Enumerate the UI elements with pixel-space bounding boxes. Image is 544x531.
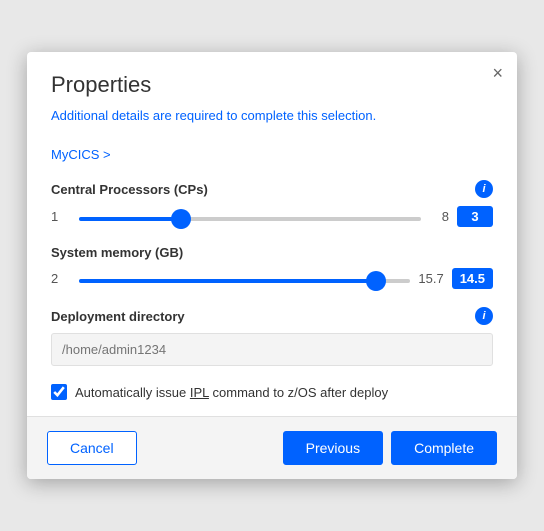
- cancel-button[interactable]: Cancel: [47, 431, 137, 465]
- cp-slider[interactable]: [79, 217, 421, 221]
- ipl-label-link: IPL: [190, 385, 209, 400]
- cp-slider-row: 1 8 3: [51, 206, 493, 227]
- cp-slider-wrapper: [79, 208, 421, 226]
- dir-label-text: Deployment directory: [51, 309, 185, 324]
- dialog-title: Properties: [51, 72, 493, 98]
- mem-min-label: 2: [51, 271, 71, 286]
- cp-field-row: Central Processors (CPs) i 1 8 3: [51, 180, 493, 227]
- dir-input[interactable]: [51, 333, 493, 366]
- cp-value-display: 3: [457, 206, 493, 227]
- complete-button[interactable]: Complete: [391, 431, 497, 465]
- mem-field-label: System memory (GB): [51, 245, 493, 260]
- cp-info-icon[interactable]: i: [475, 180, 493, 198]
- cp-label-text: Central Processors (CPs): [51, 182, 208, 197]
- dialog-footer: Cancel Previous Complete: [27, 416, 517, 479]
- ipl-checkbox-label: Automatically issue IPL command to z/OS …: [75, 385, 388, 400]
- mem-slider-row: 2 15.7 14.5: [51, 268, 493, 289]
- previous-button[interactable]: Previous: [283, 431, 383, 465]
- dir-field-row: Deployment directory i: [51, 307, 493, 366]
- cp-field-label: Central Processors (CPs) i: [51, 180, 493, 198]
- mem-field-row: System memory (GB) 2 15.7 14.5: [51, 245, 493, 289]
- dialog-subtitle: Additional details are required to compl…: [51, 108, 493, 123]
- footer-btn-group: Previous Complete: [283, 431, 497, 465]
- dialog-header: Properties Additional details are requir…: [27, 52, 517, 147]
- mem-max-label: 15.7: [418, 271, 443, 286]
- mem-slider-wrapper: [79, 270, 410, 288]
- ipl-label-prefix: Automatically issue: [75, 385, 190, 400]
- close-button[interactable]: ×: [492, 64, 503, 82]
- dialog-body: MyCICS > Central Processors (CPs) i 1 8 …: [27, 147, 517, 416]
- cp-min-label: 1: [51, 209, 71, 224]
- ipl-label-suffix: command to z/OS after deploy: [209, 385, 388, 400]
- dir-field-label: Deployment directory i: [51, 307, 493, 325]
- mem-slider[interactable]: [79, 279, 410, 283]
- mem-label-text: System memory (GB): [51, 245, 183, 260]
- breadcrumb[interactable]: MyCICS >: [51, 147, 493, 162]
- ipl-checkbox-row: Automatically issue IPL command to z/OS …: [51, 384, 493, 400]
- mem-value-display: 14.5: [452, 268, 493, 289]
- dir-info-icon[interactable]: i: [475, 307, 493, 325]
- cp-max-label: 8: [429, 209, 449, 224]
- properties-dialog: × Properties Additional details are requ…: [27, 52, 517, 479]
- ipl-checkbox[interactable]: [51, 384, 67, 400]
